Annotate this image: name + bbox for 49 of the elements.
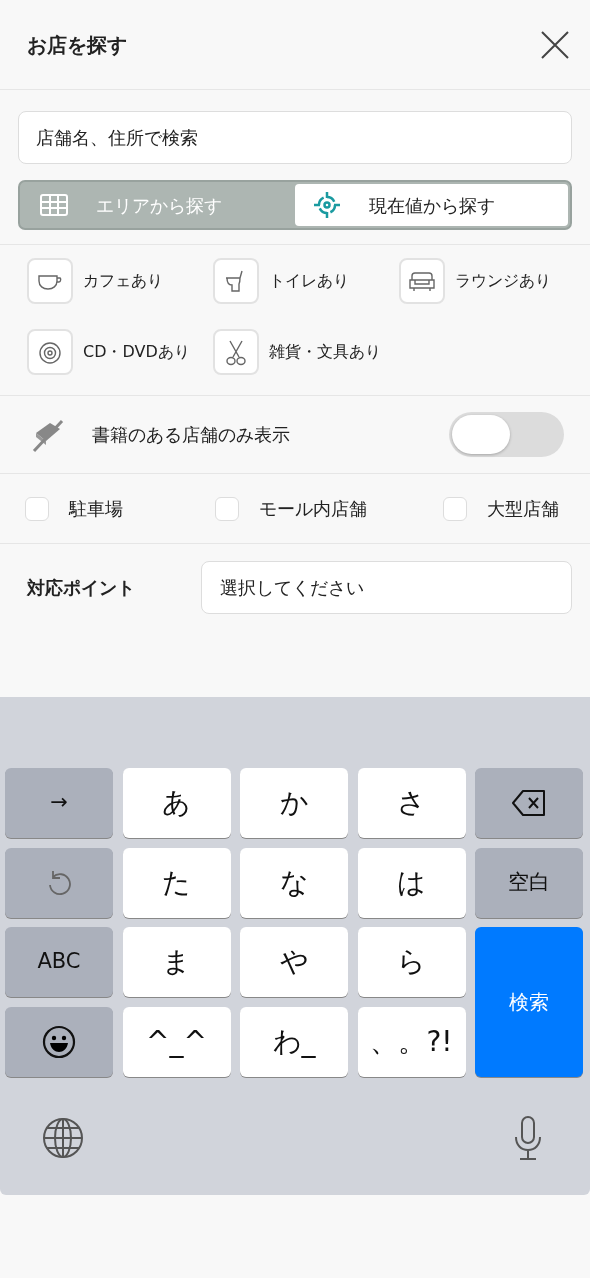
amenity-label: 雑貨・文具あり [269,341,381,363]
keyboard-key[interactable]: ら [357,927,466,997]
keyboard-key[interactable]: な [240,847,348,918]
amenity-icon-tile[interactable] [213,329,259,375]
amenity-label: ラウンジあり [455,270,551,292]
keyboard-key[interactable]: ABC [5,927,113,997]
microphone-button[interactable] [512,1114,544,1161]
keyboard-key[interactable]: か [240,768,348,838]
search-mode-tab[interactable]: 現在値から探す [295,184,568,226]
checkbox-label: 大型店舗 [487,497,559,521]
grid-icon [40,194,68,216]
checkbox[interactable] [25,496,49,521]
keyboard-key[interactable]: や [240,927,348,997]
amenity-icon-tile[interactable] [399,258,445,304]
smiley-icon [42,1024,76,1059]
field-label: 対応ポイント [27,576,136,600]
checkbox[interactable] [215,496,239,521]
amenity-icon-tile[interactable] [27,329,73,375]
amenity-icon-tile[interactable] [213,258,259,304]
keyboard-key[interactable]: → [5,768,113,838]
search-field[interactable]: 店舗名、住所で検索 [18,111,572,164]
keyboard-key[interactable]: ^_^ [122,1006,231,1077]
emoji-key[interactable] [5,1006,113,1077]
toggle-switch[interactable] [449,412,564,457]
keyboard-key[interactable]: 空白 [475,847,583,918]
keyboard-key[interactable]: あ [122,768,231,838]
toggle-label: 書籍のある店舗のみ表示 [92,423,290,447]
amenity-label: CD・DVDあり [83,341,190,363]
keyboard-key[interactable]: さ [357,768,466,838]
microphone-icon [512,1114,544,1161]
globe-icon [42,1116,84,1159]
target-icon [313,191,341,219]
amenity-icon-tile[interactable] [27,258,73,304]
close-icon [540,29,570,60]
checkbox-label: モール内店舗 [259,497,367,521]
backspace-key[interactable] [475,768,583,838]
keyboard-key[interactable]: ま [122,927,231,997]
amenity-label: トイレあり [269,270,349,292]
keyboard-key[interactable]: 、。?! [357,1006,466,1077]
keyboard-key[interactable]: わ_ [240,1006,348,1077]
amenity-label: カフェあり [83,270,163,292]
checkbox[interactable] [443,496,467,521]
delete-icon [511,789,547,817]
page-title: お店を探す [27,31,127,59]
checkbox-label: 駐車場 [69,497,123,521]
keyboard-key[interactable]: た [122,847,231,918]
search-key[interactable]: 検索 [475,927,583,1077]
select-field[interactable]: 選択してください [201,561,572,614]
keyboard-key[interactable]: は [357,847,466,918]
